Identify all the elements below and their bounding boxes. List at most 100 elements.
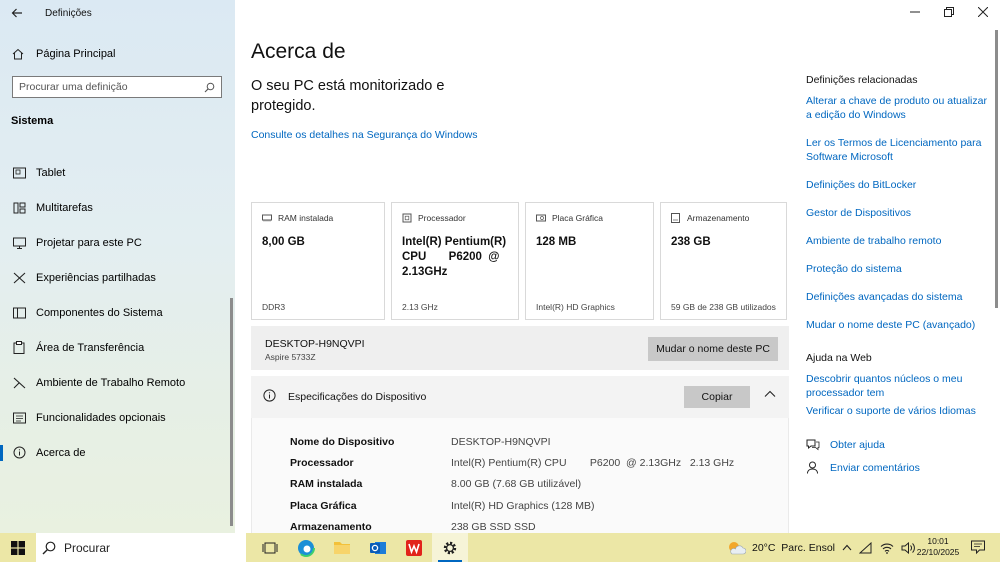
cpu-icon [402,213,412,223]
notifications-icon[interactable] [970,539,986,555]
tablet-icon [12,167,26,179]
nav-home[interactable]: Página Principal [0,42,235,66]
sidebar-item-multitarefas[interactable]: Multitarefas [0,190,235,225]
wps-office-button[interactable] [396,533,432,562]
related-link-remote-desktop[interactable]: Ambiente de trabalho remoto [806,234,991,248]
settings-nav: Definições Página Principal Sistema Tabl… [0,0,235,533]
sidebar-item-projetar[interactable]: Projetar para este PC [0,225,235,260]
gpu-icon [536,214,546,223]
sidebar-item-label: Experiências partilhadas [36,271,156,284]
card-sub: 2.13 GHz [402,302,438,312]
task-view-button[interactable] [252,533,288,562]
settings-search[interactable] [12,76,222,98]
weather-widget[interactable]: 20°C Parc. Ensol [726,533,835,562]
task-view-icon [262,542,278,553]
main-scrollbar[interactable] [995,30,998,308]
volume-icon[interactable] [901,541,915,554]
taskbar-search[interactable]: Procurar [36,533,246,562]
sidebar-item-tablet[interactable]: Tablet [0,155,235,190]
maximize-button[interactable] [932,0,966,24]
outlook-icon [370,541,386,554]
card-processor: Processador Intel(R) Pentium(R) CPU P620… [391,202,519,320]
back-button[interactable] [0,0,34,26]
spec-value: 8.00 GB (7.68 GB utilizável) [451,478,582,490]
related-link-system-protection[interactable]: Proteção do sistema [806,262,991,276]
chevron-up-icon[interactable] [764,390,776,398]
rename-pc-button[interactable]: Mudar o nome deste PC [648,337,778,361]
spec-key: RAM instalada [290,478,363,490]
spec-key: Processador [290,457,354,469]
sidebar-item-transferencia[interactable]: Área de Transferência [0,330,235,365]
chevron-up-icon[interactable] [842,544,852,551]
home-icon [12,48,26,60]
features-icon [12,412,26,424]
search-input[interactable] [19,81,189,93]
sidebar-item-label: Tablet [36,166,66,179]
spec-key: Armazenamento [290,521,372,533]
taskbar-clock[interactable]: 10:01 22/10/2025 [914,536,962,558]
clock-time: 10:01 [927,536,949,546]
edge-button[interactable] [288,533,324,562]
feedback-icon [806,461,822,474]
nav-section-title: Sistema [11,115,54,127]
card-value: 238 GB [671,236,711,248]
search-icon [42,541,56,554]
card-gpu: Placa Gráfica 128 MB Intel(R) HD Graphic… [525,202,654,320]
multitask-icon [12,202,26,214]
app-title: Definições [45,7,92,19]
gear-icon [443,541,457,554]
taskbar: Procurar 20°C Parc. Ensol 10:01 22/10/20… [0,533,1000,562]
weather-sun-cloud-icon [729,541,746,554]
sidebar-item-label: Área de Transferência [36,341,145,354]
outlook-button[interactable] [360,533,396,562]
sidebar-item-experiencias[interactable]: Experiências partilhadas [0,260,235,295]
spec-value: 238 GB SSD SSD [451,521,536,533]
close-icon [978,7,988,17]
card-ram: RAM instalada 8,00 GB DDR3 [251,202,385,320]
edge-icon [297,538,315,557]
spec-key: Placa Gráfica [290,500,357,512]
spec-value: Intel(R) HD Graphics (128 MB) [451,500,595,512]
send-feedback-link[interactable]: Enviar comentários [806,461,991,474]
page-title: Acerca de [251,40,346,63]
related-link-bitlocker[interactable]: Definições do BitLocker [806,178,991,192]
network-icon[interactable] [859,541,873,554]
related-link-device-manager[interactable]: Gestor de Dispositivos [806,206,991,220]
device-specs-title: Especificações do Dispositivo [288,391,427,403]
related-link-license[interactable]: Ler os Termos de Licenciamento para Soft… [806,136,991,164]
web-link-cores[interactable]: Descobrir quantos núcleos o meu processa… [806,372,991,400]
share-icon [12,272,26,284]
sidebar-item-label: Funcionalidades opcionais [36,411,166,424]
nav-scrollbar[interactable] [230,298,233,526]
card-label: RAM instalada [278,213,334,223]
related-link-rename-advanced[interactable]: Mudar o nome deste PC (avançado) [806,318,991,332]
taskbar-search-label: Procurar [64,540,111,555]
related-link-advanced-settings[interactable]: Definições avançadas do sistema [806,290,991,304]
start-button[interactable] [0,533,36,562]
close-button[interactable] [966,0,1000,24]
title-bar: Definições [0,0,235,26]
info-icon [263,389,276,402]
back-arrow-icon [11,8,22,18]
wps-icon [406,539,422,556]
security-details-link[interactable]: Consulte os detalhes na Segurança do Win… [251,129,477,141]
sidebar-item-componentes[interactable]: Componentes do Sistema [0,295,235,330]
file-explorer-button[interactable] [324,533,360,562]
web-link-languages[interactable]: Verificar o suporte de vários Idiomas [806,404,991,418]
weather-text: 20°C Parc. Ensol [752,541,835,554]
get-help-link[interactable]: Obter ajuda [806,438,991,451]
sidebar-item-funcionalidades[interactable]: Funcionalidades opcionais [0,400,235,435]
related-link-product-key[interactable]: Alterar a chave de produto ou atualizar … [806,94,991,122]
device-name: DESKTOP-H9NQVPI [265,338,365,350]
wifi-icon[interactable] [880,542,894,554]
spec-value: Intel(R) Pentium(R) CPU P6200 @ 2.13GHz … [451,457,735,469]
sidebar-item-acerca[interactable]: Acerca de [0,435,235,470]
copy-button[interactable]: Copiar [684,386,750,408]
card-label: Placa Gráfica [552,213,604,223]
minimize-button[interactable] [898,0,932,24]
sidebar-item-remoto[interactable]: Ambiente de Trabalho Remoto [0,365,235,400]
device-specs-header[interactable]: Especificações do Dispositivo Copiar [251,376,789,418]
web-help-heading: Ajuda na Web [806,352,872,364]
settings-taskbar-button[interactable] [432,533,468,562]
project-icon [12,237,26,249]
